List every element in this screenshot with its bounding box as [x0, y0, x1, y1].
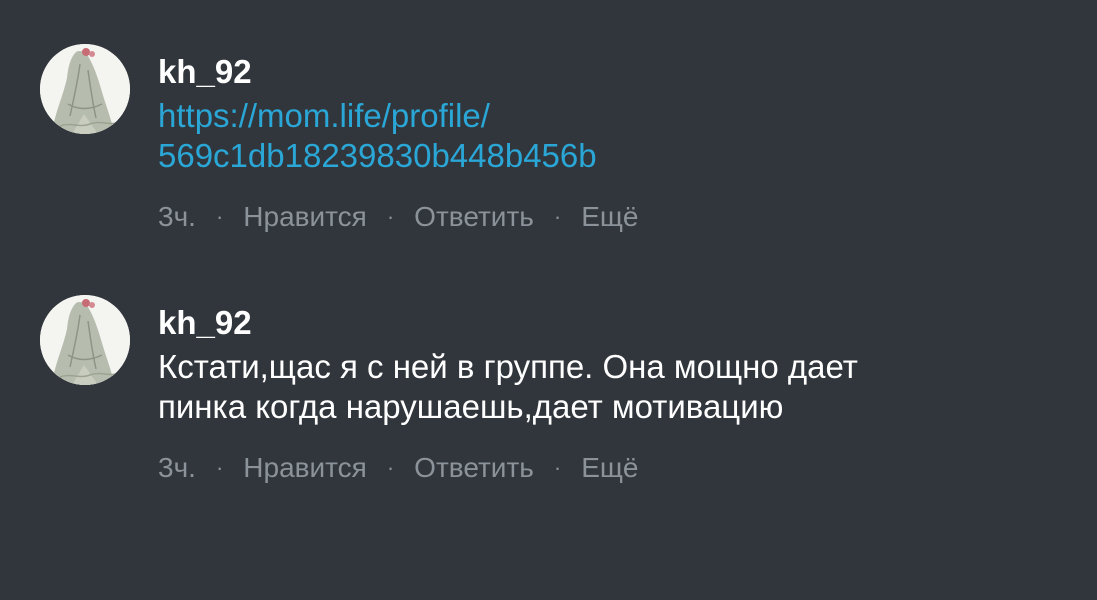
comment-timestamp: 3ч.: [158, 452, 196, 483]
separator-dot: ·: [386, 204, 395, 229]
avatar-figure-icon: [40, 295, 130, 385]
avatar[interactable]: [40, 295, 130, 385]
separator-dot: ·: [215, 455, 224, 480]
comment-link[interactable]: https://mom.life/profile/ 569c1db1823983…: [158, 96, 1038, 176]
comment-actions: 3ч. · Нравится · Ответить · Ещё: [158, 200, 1038, 234]
reply-button[interactable]: Ответить: [414, 451, 534, 485]
comment-text-line: пинка когда нарушаешь,дает мотивацию: [158, 388, 784, 425]
separator-dot: ·: [386, 455, 395, 480]
more-button[interactable]: Ещё: [581, 200, 638, 234]
comment-username[interactable]: kh_92: [158, 303, 1038, 343]
avatar-figure-icon: [40, 44, 130, 134]
separator-dot: ·: [215, 204, 224, 229]
comment-link-line[interactable]: 569c1db18239830b448b456b: [158, 136, 1038, 176]
like-button[interactable]: Нравится: [243, 200, 367, 234]
comment-timestamp: 3ч.: [158, 201, 196, 232]
reply-button[interactable]: Ответить: [414, 200, 534, 234]
separator-dot: ·: [553, 455, 562, 480]
comment-text-line: Кстати,щас я с ней в группе. Она мощно д…: [158, 348, 858, 385]
comment-text: Кстати,щас я с ней в группе. Она мощно д…: [158, 347, 1038, 427]
comment-body: kh_92 https://mom.life/profile/ 569c1db1…: [158, 52, 1038, 234]
like-button[interactable]: Нравится: [243, 451, 367, 485]
comment-body: kh_92 Кстати,щас я с ней в группе. Она м…: [158, 303, 1038, 485]
avatar[interactable]: [40, 44, 130, 134]
comment-actions: 3ч. · Нравится · Ответить · Ещё: [158, 451, 1038, 485]
separator-dot: ·: [553, 204, 562, 229]
comment-username[interactable]: kh_92: [158, 52, 1038, 92]
more-button[interactable]: Ещё: [581, 451, 638, 485]
comment-link-line[interactable]: https://mom.life/profile/: [158, 96, 1038, 136]
